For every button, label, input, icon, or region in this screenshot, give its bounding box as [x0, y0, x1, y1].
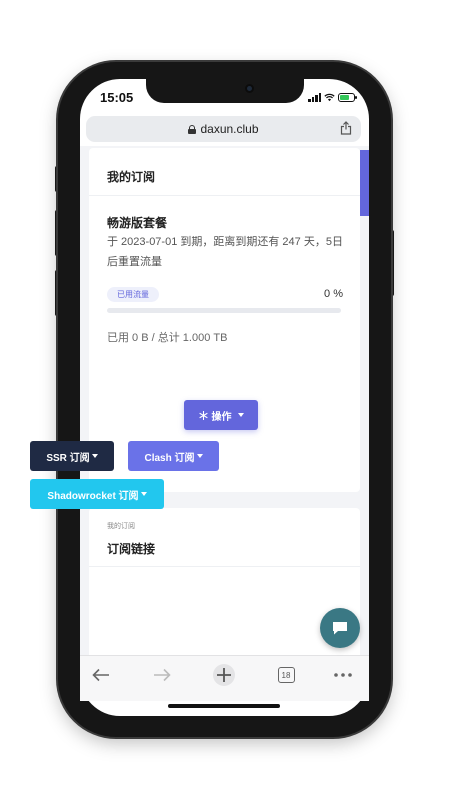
- usage-progress-bar: [107, 308, 341, 313]
- chevron-down-icon: [196, 454, 203, 458]
- chevron-down-icon: [91, 454, 98, 458]
- more-button[interactable]: [330, 664, 356, 686]
- usage-percent: 0 %: [324, 288, 343, 300]
- card-divider: [89, 566, 360, 567]
- tabs-icon: 18: [277, 667, 295, 683]
- home-indicator: [168, 704, 280, 708]
- forward-arrow-icon: [154, 668, 171, 682]
- signal-icon: [308, 92, 321, 102]
- ssr-subscribe-button[interactable]: SSR 订阅: [30, 441, 114, 471]
- links-card-title: 订阅链接: [107, 542, 156, 556]
- operation-button[interactable]: 操作: [184, 400, 258, 430]
- snowflake-icon: [198, 410, 208, 420]
- shadowrocket-subscribe-button[interactable]: Shadowrocket 订阅: [30, 479, 164, 509]
- usage-detail: 已用 0 B / 总计 1.000 TB: [107, 332, 228, 344]
- phone-notch: [146, 79, 304, 103]
- chevron-down-icon: [140, 492, 147, 496]
- wifi-icon: [324, 93, 335, 101]
- status-time: 15:05: [100, 90, 134, 105]
- front-camera: [245, 84, 254, 93]
- plan-name: 畅游版套餐: [107, 216, 168, 230]
- web-page: 我的订阅 畅游版套餐 于 2023-07-01 到期，距离到期还有 247 天，…: [80, 146, 369, 656]
- back-button[interactable]: [88, 664, 114, 686]
- lock-icon: [188, 124, 197, 134]
- usage-badge: 已用流量: [107, 287, 159, 302]
- operation-button-label: 操作: [211, 411, 232, 423]
- links-card-subtitle: 我的订阅: [107, 523, 135, 530]
- subscription-links-card: 我的订阅 订阅链接: [89, 508, 360, 656]
- chat-button[interactable]: [320, 608, 360, 648]
- forward-button[interactable]: [149, 664, 175, 686]
- chat-icon: [333, 622, 347, 635]
- new-tab-button[interactable]: [211, 664, 237, 686]
- subscription-card-title: 我的订阅: [107, 170, 156, 184]
- plan-description: 于 2023-07-01 到期，距离到期还有 247 天，5日后重置流量: [107, 236, 343, 268]
- share-icon[interactable]: [340, 121, 352, 135]
- battery-icon: [338, 92, 357, 102]
- back-arrow-icon: [92, 668, 109, 682]
- tabs-button[interactable]: 18: [273, 664, 299, 686]
- ssr-subscribe-label: SSR 订阅: [46, 452, 90, 464]
- card-divider: [89, 195, 360, 196]
- shadowrocket-subscribe-label: Shadowrocket 订阅: [47, 490, 139, 502]
- more-icon: [334, 673, 352, 677]
- url-text: daxun.club: [200, 122, 259, 136]
- address-bar[interactable]: daxun.club: [86, 116, 361, 142]
- status-icons: [308, 92, 357, 102]
- browser-toolbar: 18: [80, 655, 369, 701]
- card-accent-bar: [360, 150, 369, 216]
- chevron-down-icon: [237, 413, 244, 417]
- clash-subscribe-label: Clash 订阅: [144, 452, 195, 464]
- new-tab-icon: [213, 664, 235, 686]
- clash-subscribe-button[interactable]: Clash 订阅: [128, 441, 219, 471]
